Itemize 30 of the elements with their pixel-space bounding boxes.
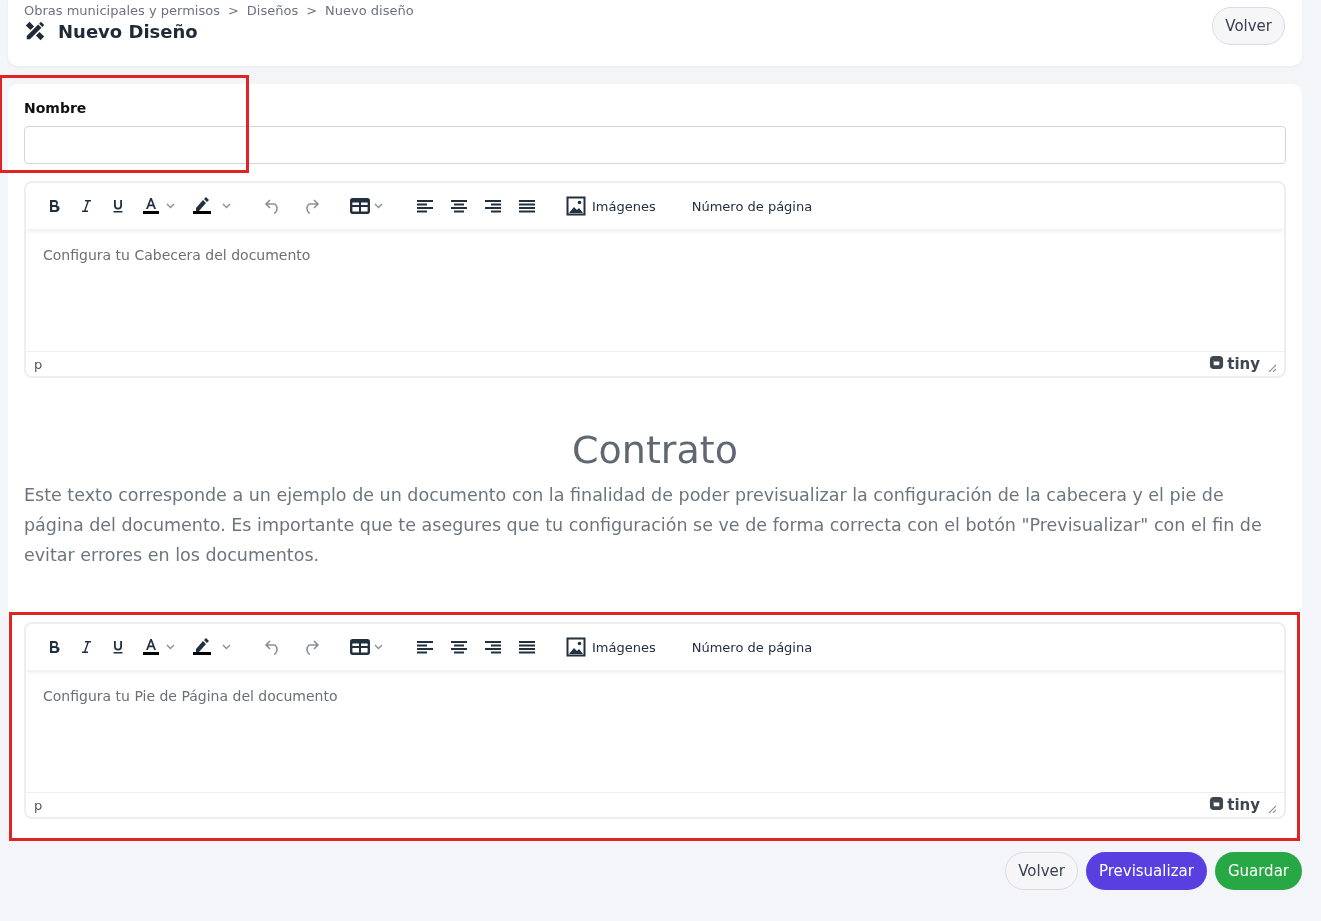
breadcrumb-link[interactable]: Nuevo diseño [325,3,414,18]
image-icon [566,637,586,657]
editor-placeholder: Configura tu Pie de Página del documento [43,688,338,704]
brand-text: tiny [1227,355,1260,373]
editor-placeholder: Configura tu Cabecera del documento [43,247,311,263]
element-path: p [34,797,44,813]
page-number-button[interactable]: Número de página [683,630,821,664]
brand-text: tiny [1227,796,1260,814]
images-button[interactable]: Imágenes [558,189,664,223]
page-title: Nuevo Diseño [58,20,198,42]
contract-text: Este texto corresponde a un ejemplo de un documento con la finalidad de poder previsualizar la configuración de la cabecera y el pie de página del documento. Es importante que te asegures que tu configuración se ve de forma correcta con el botón "Previsualizar" con el fin de evitar errores en los documentos. [24,484,1263,567]
breadcrumb-separator: > [306,3,318,18]
editor-content[interactable]: Configura tu Cabecera del documento [26,229,1284,351]
resize-handle-icon[interactable] [1268,364,1276,372]
back-button[interactable]: Volver [1005,852,1078,890]
editor-content[interactable]: Configura tu Pie de Página del documento [26,670,1284,792]
images-button[interactable]: Imágenes [558,630,664,664]
page-number-button[interactable]: Número de página [683,189,821,223]
breadcrumb-link[interactable]: Obras municipales y permisos [24,3,220,18]
back-button[interactable]: Volver [1212,7,1285,45]
pencil-ruler-icon [24,20,46,42]
breadcrumb-link[interactable]: Diseños [246,3,299,18]
image-icon [566,196,586,216]
breadcrumb-separator: > [227,3,239,18]
name-input[interactable] [24,126,1286,164]
element-path: p [34,356,44,372]
resize-handle-icon[interactable] [1268,805,1276,813]
field-label: Nombre [24,100,88,116]
preview-button[interactable]: Previsualizar [1085,852,1207,890]
contract-title: Contrato [571,428,739,472]
